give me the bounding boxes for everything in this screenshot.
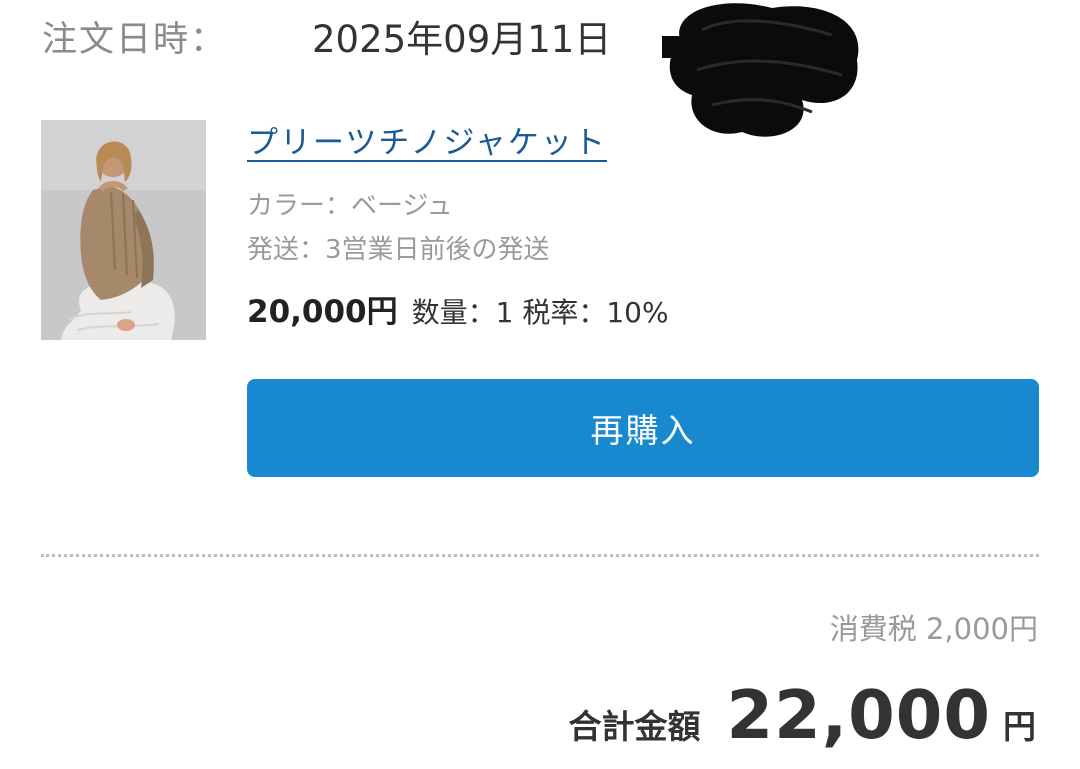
product-color: カラー：ベージュ (247, 191, 453, 221)
product-shipping: 発送：3営業日前後の発送 (247, 235, 550, 265)
quantity-and-tax-rate: 数量：1 税率：10% (411, 296, 669, 329)
dotted-divider (41, 554, 1039, 557)
product-photo-illustration (41, 120, 206, 340)
order-date-label: 注文日時： (42, 19, 228, 60)
total-label: 合計金額 (568, 707, 701, 746)
order-date-value: 2025年09月11日 (312, 18, 612, 61)
rebuy-button[interactable]: 再購入 (247, 379, 1039, 477)
product-name-link[interactable]: プリーツチノジャケット (247, 120, 607, 166)
total-unit: 円 (1003, 707, 1036, 746)
total-row: 合計金額 22,000 円 (568, 676, 1036, 754)
price-row: 20,000円 数量：1 税率：10% (247, 286, 1047, 331)
order-date-row: 注文日時： 2025年09月11日 (42, 8, 611, 64)
product-price: 20,000円 (247, 294, 398, 330)
total-value: 22,000 (726, 676, 991, 754)
product-info: プリーツチノジャケット カラー：ベージュ 発送：3営業日前後の発送 20,000… (247, 120, 1047, 331)
consumption-tax: 消費税 2,000円 (829, 612, 1038, 646)
product-thumbnail[interactable] (41, 120, 206, 340)
